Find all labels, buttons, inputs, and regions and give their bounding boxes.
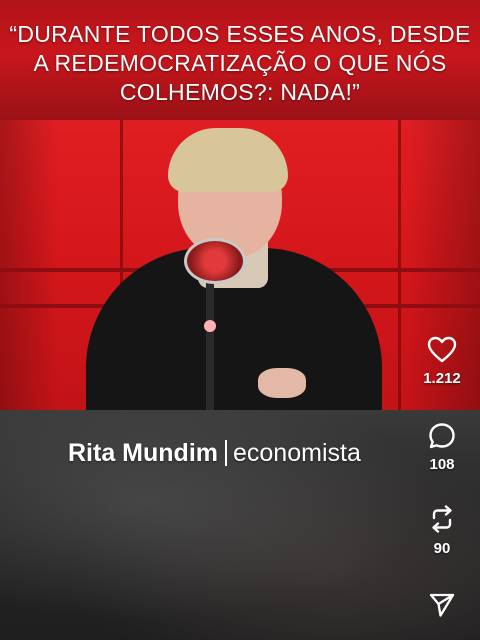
- microphone-light: [204, 320, 216, 332]
- microphone-stand: [206, 270, 214, 410]
- repost-button[interactable]: 90: [404, 504, 480, 557]
- speaker-hand: [258, 368, 306, 398]
- speaker-role: economista: [233, 438, 361, 467]
- like-count: 1.212: [423, 370, 461, 387]
- speaker-name: Rita Mundim: [68, 438, 218, 467]
- speaker-hair: [168, 128, 288, 192]
- lower-third: Rita Mundim economista: [68, 436, 361, 470]
- comment-count: 108: [429, 456, 455, 473]
- name-separator: [225, 440, 227, 466]
- repost-count: 90: [433, 540, 451, 557]
- send-icon: [428, 592, 456, 618]
- comment-button[interactable]: 108: [404, 422, 480, 473]
- share-button[interactable]: [404, 592, 480, 618]
- wall-seam: [398, 120, 401, 410]
- repost-icon: [428, 504, 456, 534]
- headline-caption: “DURANTE TODOS ESSES ANOS, DESDE A REDEM…: [9, 21, 471, 105]
- heart-icon: [427, 336, 457, 364]
- comment-bubble-icon: [428, 422, 456, 450]
- microphone: [184, 238, 246, 284]
- like-button[interactable]: 1.212: [404, 336, 480, 387]
